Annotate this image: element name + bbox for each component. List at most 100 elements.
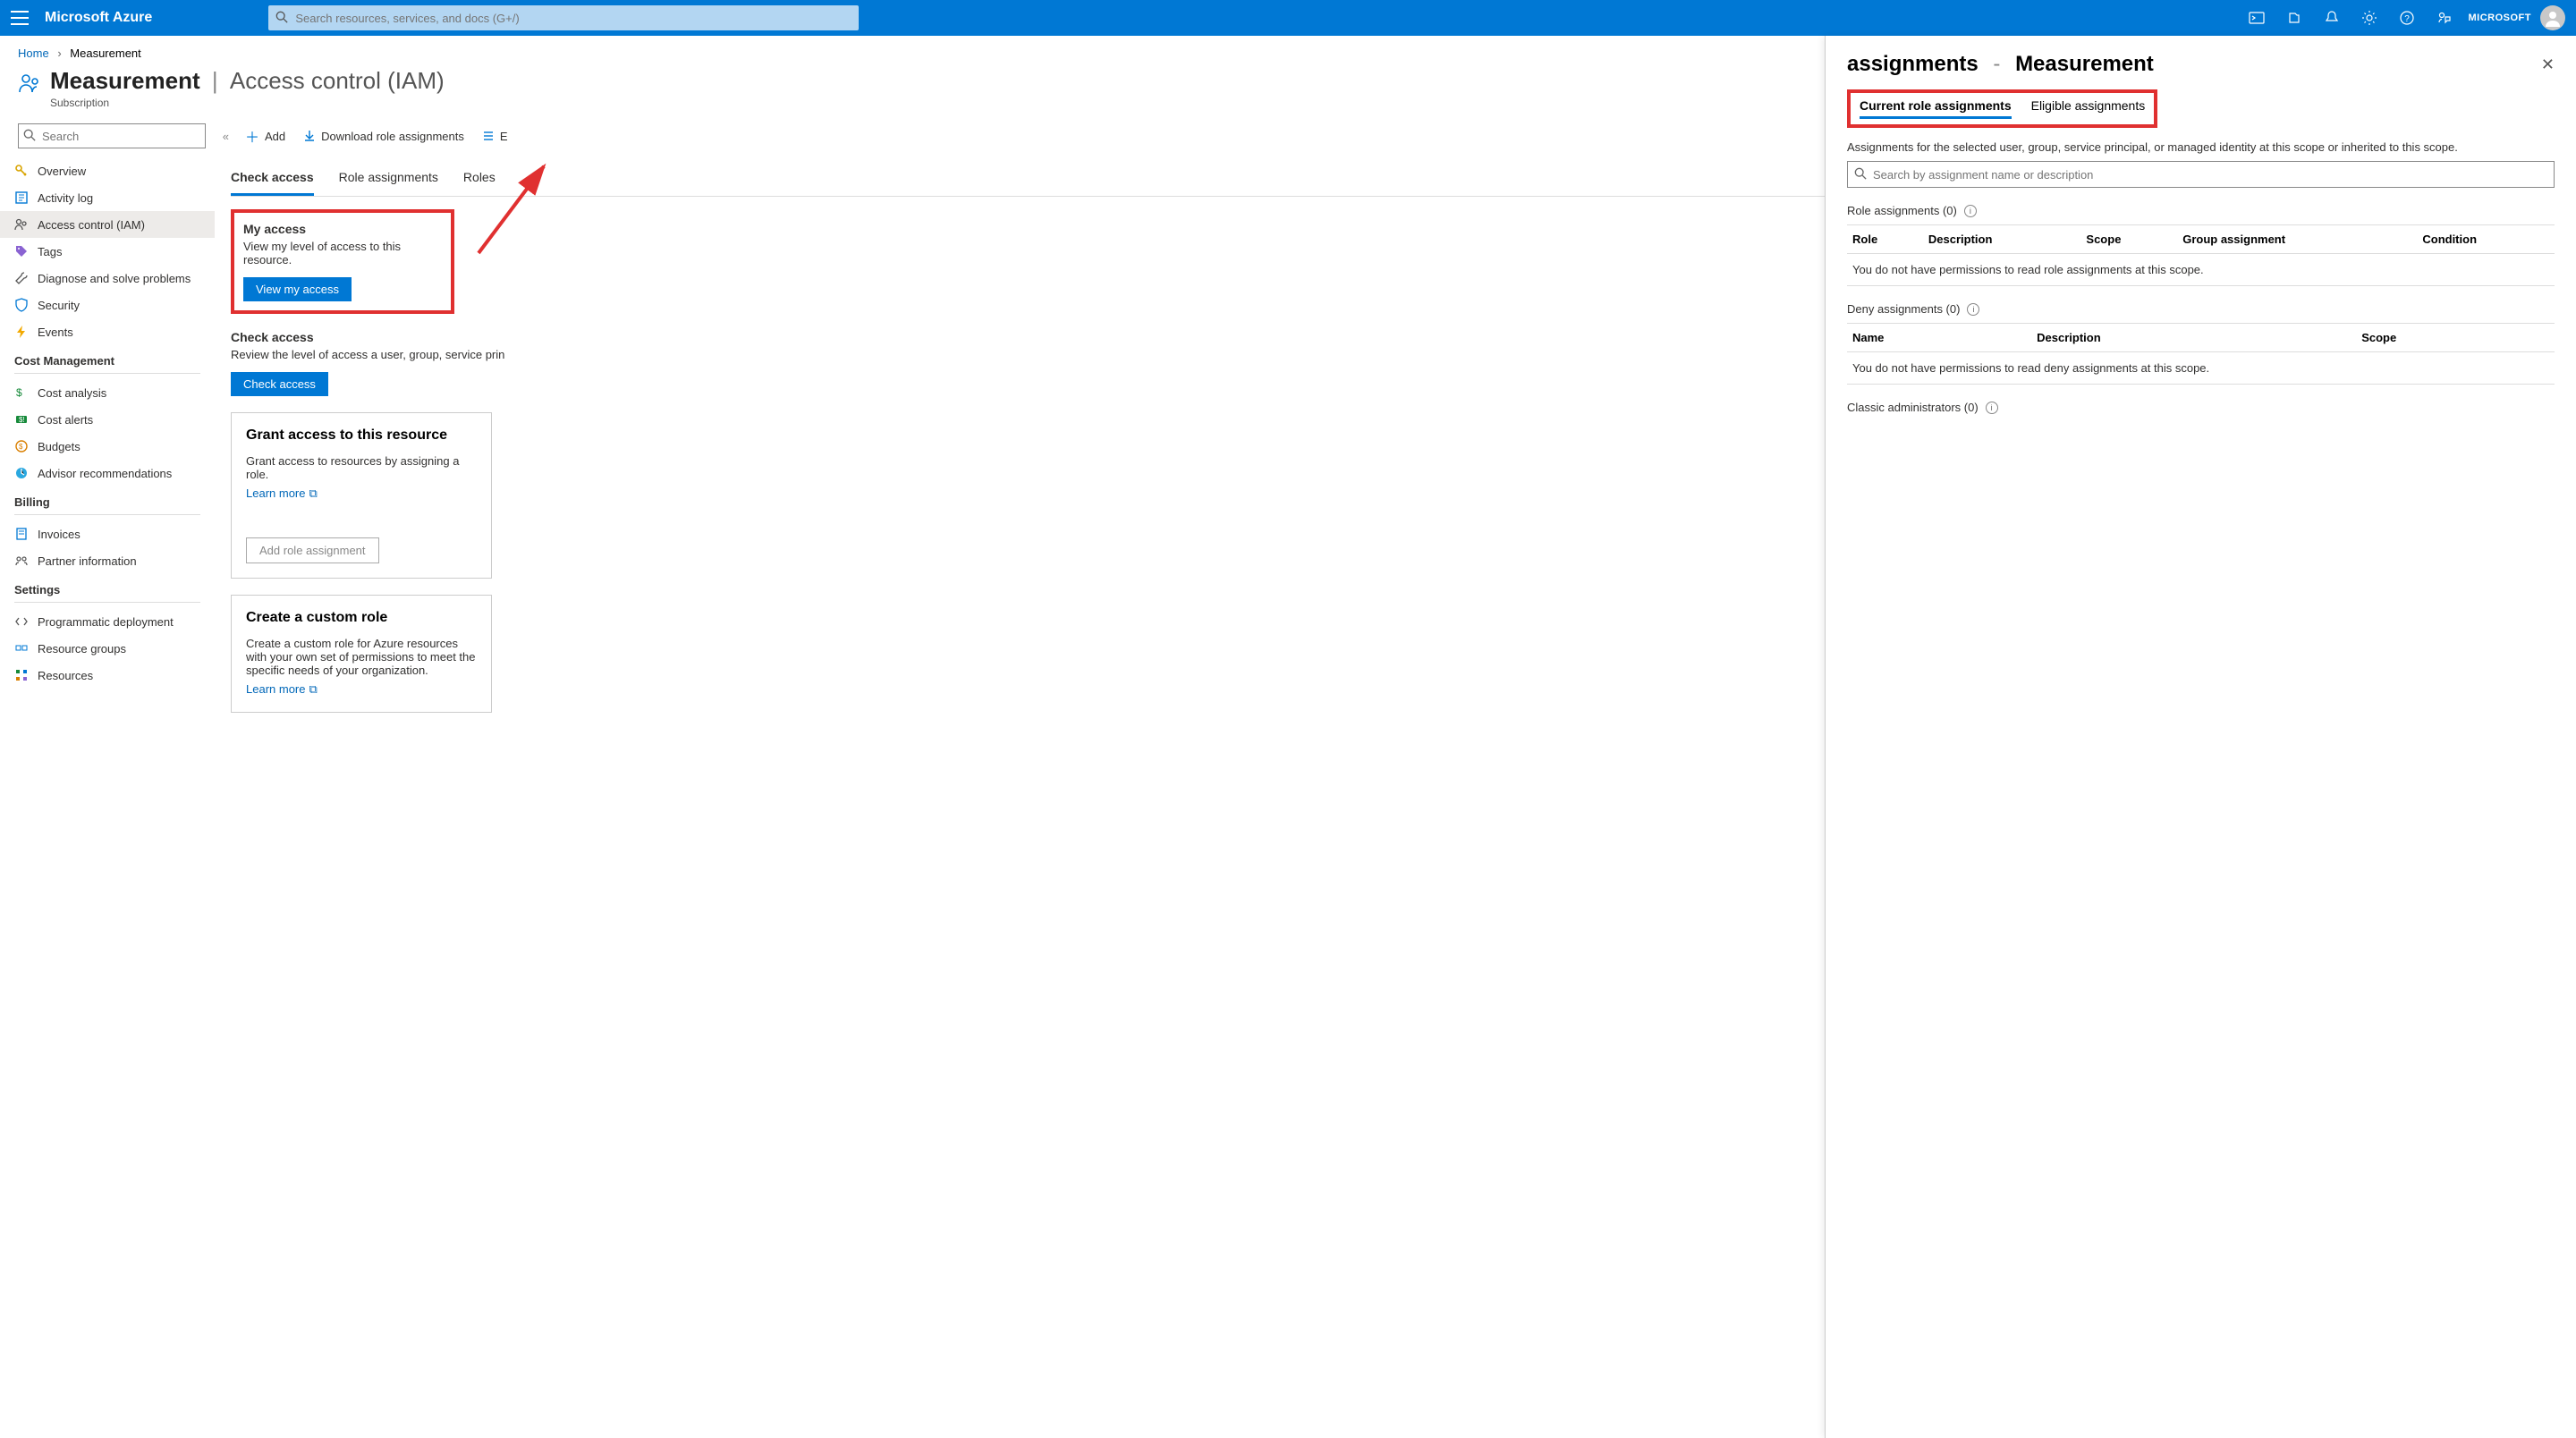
cloud-shell-icon[interactable] bbox=[2249, 10, 2265, 26]
panel-search[interactable] bbox=[1847, 161, 2555, 188]
help-icon[interactable]: ? bbox=[2399, 10, 2415, 26]
top-bar: Microsoft Azure ? MICROSOFT bbox=[0, 0, 2576, 36]
grant-access-card: Grant access to this resource Grant acce… bbox=[231, 412, 492, 579]
check-access-button[interactable]: Check access bbox=[231, 372, 328, 396]
avatar[interactable] bbox=[2540, 5, 2565, 30]
my-access-title: My access bbox=[243, 222, 442, 236]
log-icon bbox=[14, 190, 29, 205]
add-button[interactable]: ＋Add bbox=[245, 125, 285, 147]
panel-tab[interactable]: Eligible assignments bbox=[2031, 98, 2146, 119]
classic-admins-section: Classic administrators (0) i bbox=[1847, 401, 2555, 414]
res-icon bbox=[14, 668, 29, 682]
sidebar-item[interactable]: Resource groups bbox=[0, 635, 215, 662]
sidebar-item-label: Events bbox=[38, 326, 73, 339]
menu-icon[interactable] bbox=[11, 9, 29, 27]
sidebar-item-label: Resources bbox=[38, 669, 93, 682]
sidebar-item-label: Budgets bbox=[38, 440, 80, 453]
tab-role-assignments[interactable]: Role assignments bbox=[339, 161, 438, 196]
deny-assignments-empty: You do not have permissions to read deny… bbox=[1847, 352, 2555, 385]
view-my-access-button[interactable]: View my access bbox=[243, 277, 352, 301]
panel-title-left: assignments bbox=[1847, 52, 1979, 76]
info-icon[interactable]: i bbox=[1964, 205, 1977, 217]
sidebar-item-label: Advisor recommendations bbox=[38, 467, 172, 480]
invoice-icon bbox=[14, 527, 29, 541]
sidebar-item[interactable]: $Cost analysis bbox=[0, 379, 215, 406]
sidebar-item-label: Invoices bbox=[38, 528, 80, 541]
add-role-assignment-button[interactable]: Add role assignment bbox=[246, 537, 379, 563]
info-icon[interactable]: i bbox=[1967, 303, 1979, 316]
download-button[interactable]: Download role assignments bbox=[303, 130, 464, 143]
deny-assignments-section: Deny assignments (0)i NameDescriptionSco… bbox=[1847, 302, 2555, 385]
classic-admins-label: Classic administrators (0) bbox=[1847, 401, 1979, 414]
role-assignments-section: Role assignments (0)i RoleDescriptionSco… bbox=[1847, 204, 2555, 286]
sidebar-item[interactable]: $!Cost alerts bbox=[0, 406, 215, 433]
sidebar-item[interactable]: Overview bbox=[0, 157, 215, 184]
key-icon bbox=[14, 164, 29, 178]
collapse-sidebar-icon[interactable]: « bbox=[223, 130, 229, 143]
feedback-icon[interactable] bbox=[2436, 10, 2453, 26]
table-header: Condition bbox=[2417, 225, 2555, 254]
global-search[interactable] bbox=[268, 5, 859, 30]
sidebar-item-label: Resource groups bbox=[38, 642, 126, 656]
edit-label: E bbox=[500, 130, 508, 143]
sidebar-item[interactable]: Access control (IAM) bbox=[0, 211, 215, 238]
sidebar-item[interactable]: Diagnose and solve problems bbox=[0, 265, 215, 292]
sidebar-item[interactable]: Activity log bbox=[0, 184, 215, 211]
tenant-label: MICROSOFT bbox=[2469, 13, 2532, 23]
role-assignments-empty: You do not have permissions to read role… bbox=[1847, 254, 2555, 286]
download-icon bbox=[303, 130, 316, 142]
sidebar-item[interactable]: $ Budgets bbox=[0, 433, 215, 460]
info-icon[interactable]: i bbox=[1986, 402, 1998, 414]
page-title: Measurement bbox=[50, 67, 200, 94]
panel-tab[interactable]: Current role assignments bbox=[1860, 98, 2012, 119]
sidebar-item[interactable]: Programmatic deployment bbox=[0, 608, 215, 635]
table-header: Description bbox=[2031, 324, 2356, 352]
search-icon bbox=[1854, 167, 1867, 180]
breadcrumb-sep: › bbox=[57, 47, 61, 60]
panel-hint: Assignments for the selected user, group… bbox=[1847, 140, 2555, 154]
tab-check-access[interactable]: Check access bbox=[231, 161, 314, 196]
my-access-desc: View my level of access to this resource… bbox=[243, 240, 442, 266]
sidebar-item[interactable]: Invoices bbox=[0, 520, 215, 547]
sidebar-item[interactable]: Events bbox=[0, 318, 215, 345]
shield-icon bbox=[14, 298, 29, 312]
sidebar-item[interactable]: Security bbox=[0, 292, 215, 318]
external-link-icon: ⧉ bbox=[309, 682, 317, 697]
sidebar-search-input[interactable] bbox=[18, 123, 206, 148]
sidebar-item[interactable]: Tags bbox=[0, 238, 215, 265]
table-header: Scope bbox=[2080, 225, 2177, 254]
edit-columns-button[interactable]: E bbox=[482, 130, 508, 143]
sidebar-item-label: Cost alerts bbox=[38, 413, 93, 427]
settings-icon[interactable] bbox=[2361, 10, 2377, 26]
grant-learn-more-link[interactable]: Learn more⧉ bbox=[246, 486, 318, 501]
table-header: Description bbox=[1923, 225, 2081, 254]
sidebar-item-label: Activity log bbox=[38, 191, 93, 205]
breadcrumb-home[interactable]: Home bbox=[18, 47, 49, 60]
role-assignments-label: Role assignments (0) bbox=[1847, 204, 1957, 217]
group-settings: Settings bbox=[0, 574, 215, 600]
directories-icon[interactable] bbox=[2286, 10, 2302, 26]
global-search-input[interactable] bbox=[268, 5, 859, 30]
table-header: Name bbox=[1847, 324, 2031, 352]
breadcrumb-current: Measurement bbox=[70, 47, 140, 60]
rg-icon bbox=[14, 641, 29, 656]
sidebar-item-label: Tags bbox=[38, 245, 62, 258]
budget-icon: $ bbox=[14, 439, 29, 453]
sidebar-item[interactable]: Advisor recommendations bbox=[0, 460, 215, 486]
panel-tabs: Current role assignments Eligible assignm… bbox=[1847, 89, 2157, 128]
topbar-icons: ? bbox=[2249, 10, 2453, 26]
custom-learn-more-link[interactable]: Learn more⧉ bbox=[246, 682, 318, 697]
brand-label: Microsoft Azure bbox=[45, 10, 152, 26]
custom-title: Create a custom role bbox=[246, 610, 477, 626]
notifications-icon[interactable] bbox=[2324, 10, 2340, 26]
sidebar-item[interactable]: Partner information bbox=[0, 547, 215, 574]
panel-title-right: Measurement bbox=[2015, 52, 2154, 76]
panel-search-input[interactable] bbox=[1847, 161, 2555, 188]
table-header: Group assignment bbox=[2177, 225, 2417, 254]
sidebar-item[interactable]: Resources bbox=[0, 662, 215, 689]
deny-assignments-label: Deny assignments (0) bbox=[1847, 302, 1960, 316]
close-icon[interactable]: ✕ bbox=[2541, 55, 2555, 74]
sidebar-item-label: Diagnose and solve problems bbox=[38, 272, 191, 285]
sidebar-item-label: Partner information bbox=[38, 554, 137, 568]
sidebar-search[interactable] bbox=[18, 123, 216, 148]
